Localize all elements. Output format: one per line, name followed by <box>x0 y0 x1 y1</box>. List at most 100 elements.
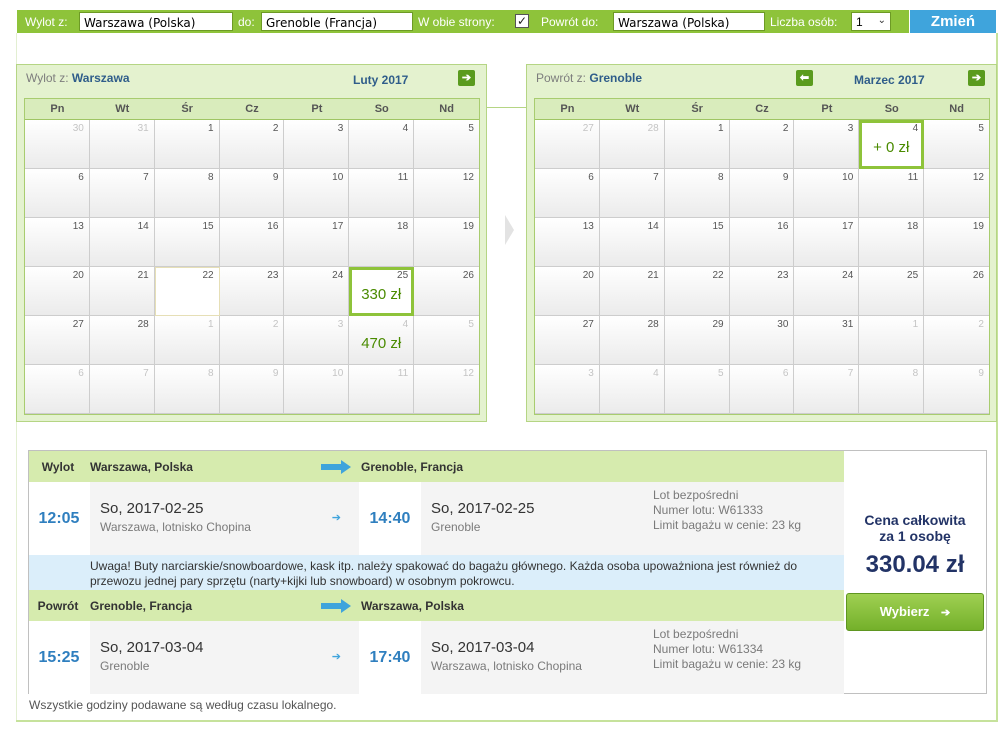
calendar-day: 19 <box>414 218 479 267</box>
calendar-day: 8 <box>664 169 730 218</box>
select-button[interactable]: Wybierz ➔ <box>846 593 984 631</box>
day-number: 28 <box>137 319 149 330</box>
day-number: 10 <box>332 172 344 183</box>
calendar-day: 16 <box>729 218 795 267</box>
outbound-city: Warszawa <box>71 71 130 85</box>
day-number: 10 <box>842 172 854 183</box>
day-number: 25 <box>397 270 409 281</box>
weekday-header: Pn Wt Śr Cz Pt So Nd <box>535 99 989 120</box>
return-city: Grenoble <box>589 71 643 85</box>
day-number: 14 <box>137 221 149 232</box>
return-title-prefix: Powrót z: <box>536 71 587 85</box>
day-price: + 0 zł <box>873 139 910 156</box>
to-field[interactable]: Grenoble (Francja) <box>261 12 413 31</box>
calendar-day: 14 <box>599 218 665 267</box>
day-number: 12 <box>972 172 984 183</box>
day-number: 1 <box>208 319 214 330</box>
calendar-day: 2 <box>924 316 989 365</box>
persons-select[interactable]: 1 ⌄ <box>851 12 891 31</box>
day-number: 21 <box>137 270 149 281</box>
arrow-right-icon: ➔ <box>941 607 951 619</box>
calendar-day: 14 <box>89 218 155 267</box>
day-number: 8 <box>208 172 214 183</box>
flight-number-text: Numer lotu: W61334 <box>653 642 764 656</box>
calendar-day: 26 <box>414 267 479 316</box>
to-label: do: <box>238 15 255 29</box>
day-price: 470 zł <box>361 335 402 352</box>
day-number: 4 <box>402 123 409 134</box>
calendar-day: 5 <box>924 120 989 169</box>
from-field[interactable]: Warszawa (Polska) <box>79 12 233 31</box>
outbound-arrival-time: 14:40 <box>360 482 420 555</box>
calendar-day: 6 <box>535 169 600 218</box>
day-number: 9 <box>272 172 279 183</box>
return-leg-header: Powrót Grenoble, Francja Warszawa, Polsk… <box>29 590 844 621</box>
weekday-label: Śr <box>691 103 703 115</box>
timezone-footnote: Wszystkie godziny podawane są według cza… <box>29 698 337 712</box>
day-number: 27 <box>582 123 594 134</box>
return-arrival-place: Warszawa, lotnisko Chopina <box>431 659 582 673</box>
day-number: 16 <box>777 221 789 232</box>
day-number: 30 <box>777 319 789 330</box>
day-number: 23 <box>267 270 279 281</box>
prev-month-button[interactable]: ⬅ <box>796 70 813 86</box>
calendar-day: 4 <box>349 120 415 169</box>
return-field[interactable]: Warszawa (Polska) <box>613 12 765 31</box>
day-number: 1 <box>718 123 724 134</box>
calendar-day[interactable]: 4 + 0 zł <box>859 120 925 169</box>
outbound-day-grid: 30 31 1 2 3 4 5 6 7 8 9 10 11 12 13 14 15 16 17 18 19 20 21 22 2… <box>25 120 479 414</box>
outbound-leg-header: Wylot Warszawa, Polska Grenoble, Francja <box>29 451 844 482</box>
persons-label: Liczba osób: <box>770 15 838 29</box>
calendar-day: 28 <box>599 120 665 169</box>
outbound-calendar: Wylot z: Warszawa Luty 2017 ➔ Pn Wt Śr C… <box>16 64 487 422</box>
day-number: 8 <box>208 368 214 379</box>
day-number: 2 <box>978 319 984 330</box>
outbound-month: Luty 2017 <box>353 73 409 87</box>
arrow-right-icon <box>321 599 351 613</box>
calendar-day[interactable]: 4 470 zł <box>349 316 415 365</box>
calendar-day: 12 <box>414 365 479 414</box>
calendar-day: 8 <box>154 365 220 414</box>
return-calendar-title: Powrót z: Grenoble <box>536 71 642 85</box>
return-to: Warszawa, Polska <box>361 599 464 613</box>
day-number: 12 <box>462 368 474 379</box>
calendar-day: 5 <box>414 316 479 365</box>
day-number: 18 <box>397 221 409 232</box>
calendar-day: 30 <box>729 316 795 365</box>
calendar-day: 10 <box>284 169 350 218</box>
day-number: 3 <box>847 123 854 134</box>
direct-flight-text: Lot bezpośredni <box>653 627 739 641</box>
day-number: 5 <box>468 123 474 134</box>
calendar-day[interactable]: 25 330 zł <box>349 267 415 316</box>
day-number: 23 <box>777 270 789 281</box>
select-button-label: Wybierz <box>879 604 930 619</box>
day-number: 6 <box>78 368 84 379</box>
calendar-day: 17 <box>284 218 350 267</box>
day-number: 28 <box>647 319 659 330</box>
calendar-arrow-icon <box>505 215 514 245</box>
weekday-label: Nd <box>439 103 454 115</box>
day-number: 21 <box>647 270 659 281</box>
calendar-day: 27 <box>25 316 90 365</box>
day-number: 5 <box>468 319 474 330</box>
calendar-day: 25 <box>859 267 925 316</box>
return-arrival-date: So, 2017-03-04 <box>431 639 535 656</box>
next-month-button[interactable]: ➔ <box>968 70 985 86</box>
next-month-button[interactable]: ➔ <box>458 70 475 86</box>
day-number: 20 <box>72 270 84 281</box>
outbound-departure-place: Warszawa, lotnisko Chopina <box>100 520 251 534</box>
day-number: 6 <box>782 368 789 379</box>
calendar-day: 2 <box>729 120 795 169</box>
roundtrip-checkbox[interactable]: ✓ <box>515 14 529 28</box>
day-number: 5 <box>718 368 724 379</box>
day-number: 30 <box>72 123 84 134</box>
day-number: 5 <box>978 123 984 134</box>
calendar-day: 3 <box>284 120 350 169</box>
return-departure-date: So, 2017-03-04 <box>100 639 204 656</box>
calendar-day: 7 <box>599 169 665 218</box>
calendar-day: 3 <box>284 316 350 365</box>
calendar-day: 28 <box>89 316 155 365</box>
change-button[interactable]: Zmień <box>910 10 996 33</box>
calendar-day: 6 <box>729 365 795 414</box>
calendar-day: 31 <box>794 316 860 365</box>
